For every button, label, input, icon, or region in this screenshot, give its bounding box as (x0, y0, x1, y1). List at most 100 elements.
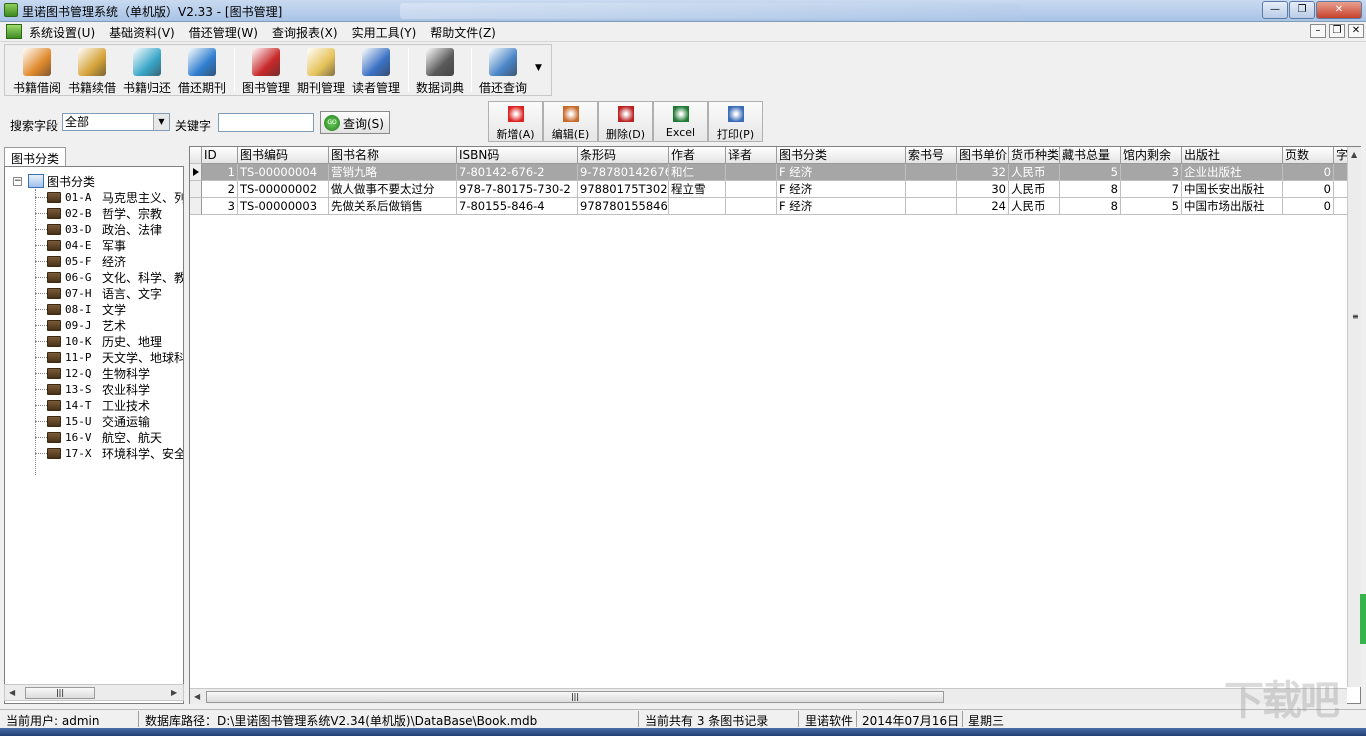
column-header[interactable]: ID (202, 147, 238, 164)
menu-query-report[interactable]: 查询报表(X) (272, 24, 338, 41)
table-cell[interactable]: 企业出版社 (1182, 164, 1283, 181)
table-cell[interactable]: 中国长安出版社 (1182, 181, 1283, 198)
table-cell[interactable] (726, 164, 777, 181)
add-button[interactable]: 新增(A) (488, 101, 543, 142)
scroll-thumb[interactable]: ||| (206, 691, 944, 703)
books-borrow-button[interactable]: 书籍借阅 (9, 45, 65, 95)
tree-item[interactable]: 03-D 政治、法律 (35, 221, 183, 237)
books-return-button[interactable]: 书籍归还 (119, 45, 175, 95)
table-cell[interactable]: 和仁 (669, 164, 726, 181)
table-cell[interactable]: 2 (202, 181, 238, 198)
column-header[interactable]: 藏书总量 (1060, 147, 1121, 164)
query-button[interactable]: GO 查询(S) (320, 111, 390, 134)
scroll-left-icon[interactable]: ◀ (194, 692, 200, 701)
search-field-select[interactable]: 全部 ▼ (62, 113, 170, 131)
tree-item[interactable]: 08-I 文学 (35, 301, 183, 317)
table-cell[interactable]: TS-00000003 (238, 198, 329, 215)
delete-button[interactable]: 删除(D) (598, 101, 653, 142)
tree-item[interactable]: 07-H 语言、文字 (35, 285, 183, 301)
column-header[interactable]: 图书单价 (957, 147, 1009, 164)
menu-help[interactable]: 帮助文件(Z) (430, 24, 496, 41)
table-cell[interactable]: 人民币 (1009, 164, 1060, 181)
tree-root[interactable]: − 图书分类 (13, 173, 95, 189)
menu-borrow-return[interactable]: 借还管理(W) (189, 24, 258, 41)
column-header[interactable]: 索书号 (906, 147, 957, 164)
table-cell[interactable]: 做人做事不要太过分 (329, 181, 457, 198)
grid-horizontal-scrollbar[interactable]: ◀ ||| (190, 688, 1347, 704)
minimize-button[interactable]: — (1262, 1, 1288, 19)
column-header[interactable]: 图书编码 (238, 147, 329, 164)
column-header[interactable]: 出版社 (1182, 147, 1283, 164)
table-cell[interactable] (726, 181, 777, 198)
tab-book-category[interactable]: 图书分类 (4, 147, 66, 167)
tree-horizontal-scrollbar[interactable]: ◀ ||| ▶ (4, 684, 184, 701)
print-button[interactable]: 打印(P) (708, 101, 763, 142)
menu-system-settings[interactable]: 系统设置(U) (29, 24, 95, 41)
mdi-close-button[interactable]: ✕ (1348, 24, 1364, 38)
edit-button[interactable]: 编辑(E) (543, 101, 598, 142)
table-cell[interactable]: 32 (957, 164, 1009, 181)
periodical-borrow-button[interactable]: 借还期刊 (174, 45, 230, 95)
table-cell[interactable]: 人民币 (1009, 181, 1060, 198)
table-cell[interactable]: 7 (1121, 181, 1182, 198)
row-indicator[interactable] (190, 198, 202, 215)
table-cell[interactable]: 0 (1283, 198, 1334, 215)
books-renew-button[interactable]: 书籍续借 (64, 45, 120, 95)
column-header[interactable]: 条形码 (578, 147, 669, 164)
tree-item[interactable]: 09-J 艺术 (35, 317, 183, 333)
table-cell[interactable]: 0 (1283, 181, 1334, 198)
table-cell[interactable]: TS-00000004 (238, 164, 329, 181)
excel-export-button[interactable]: Excel (653, 101, 708, 142)
scroll-grip-icon[interactable]: ≡ (1352, 312, 1359, 321)
table-cell[interactable] (726, 198, 777, 215)
table-cell[interactable]: 5 (1060, 164, 1121, 181)
table-cell[interactable]: 5 (1121, 198, 1182, 215)
table-cell[interactable]: 3 (1121, 164, 1182, 181)
column-header[interactable]: 图书分类 (777, 147, 906, 164)
column-header[interactable]: 图书名称 (329, 147, 457, 164)
maximize-button[interactable]: ❐ (1289, 1, 1315, 19)
collapse-icon[interactable]: − (13, 176, 22, 186)
table-cell[interactable]: 中国市场出版社 (1182, 198, 1283, 215)
table-cell[interactable]: 7-80142-676-2 (457, 164, 578, 181)
table-cell[interactable]: 营销九略 (329, 164, 457, 181)
mdi-minimize-button[interactable]: – (1310, 24, 1326, 38)
reader-manage-button[interactable]: 读者管理 (348, 45, 404, 95)
column-header[interactable]: 馆内剩余 (1121, 147, 1182, 164)
chevron-down-icon[interactable]: ▼ (535, 63, 542, 73)
table-cell[interactable] (669, 198, 726, 215)
table-cell[interactable]: 人民币 (1009, 198, 1060, 215)
row-indicator[interactable] (190, 147, 202, 164)
table-cell[interactable]: 97880175T302 (578, 181, 669, 198)
column-header[interactable]: 译者 (726, 147, 777, 164)
scroll-left-icon[interactable]: ◀ (9, 688, 15, 697)
table-cell[interactable]: 0 (1283, 164, 1334, 181)
tree-item[interactable]: 01-A 马克思主义、列 (35, 189, 183, 205)
grid-vertical-scrollbar[interactable]: ▲ ≡ (1347, 147, 1361, 687)
close-button[interactable]: ✕ (1316, 1, 1362, 19)
table-cell[interactable]: 978-7-80175-730-2 (457, 181, 578, 198)
tree-item[interactable]: 15-U 交通运输 (35, 413, 183, 429)
table-cell[interactable]: 24 (957, 198, 1009, 215)
scroll-up-icon[interactable]: ▲ (1351, 150, 1357, 159)
table-cell[interactable]: F 经济 (777, 181, 906, 198)
menu-utilities[interactable]: 实用工具(Y) (352, 24, 417, 41)
mdi-restore-button[interactable]: ❐ (1329, 24, 1345, 38)
tree-item[interactable]: 10-K 历史、地理 (35, 333, 183, 349)
column-header[interactable]: ISBN码 (457, 147, 578, 164)
tree-item[interactable]: 13-S 农业科学 (35, 381, 183, 397)
menu-basic-data[interactable]: 基础资料(V) (109, 24, 175, 41)
table-cell[interactable]: 9787801558466 (578, 198, 669, 215)
tree-item[interactable]: 12-Q 生物科学 (35, 365, 183, 381)
scroll-right-icon[interactable]: ▶ (171, 688, 177, 697)
table-cell[interactable]: 3 (202, 198, 238, 215)
table-cell[interactable] (906, 198, 957, 215)
tree-item[interactable]: 04-E 军事 (35, 237, 183, 253)
column-header[interactable]: 货币种类 (1009, 147, 1060, 164)
tree-item[interactable]: 17-X 环境科学、安全 (35, 445, 183, 461)
book-manage-button[interactable]: 图书管理 (238, 45, 294, 95)
table-cell[interactable]: 先做关系后做销售 (329, 198, 457, 215)
data-dictionary-button[interactable]: 数据词典 (412, 45, 468, 95)
table-cell[interactable] (906, 164, 957, 181)
journal-manage-button[interactable]: 期刊管理 (293, 45, 349, 95)
